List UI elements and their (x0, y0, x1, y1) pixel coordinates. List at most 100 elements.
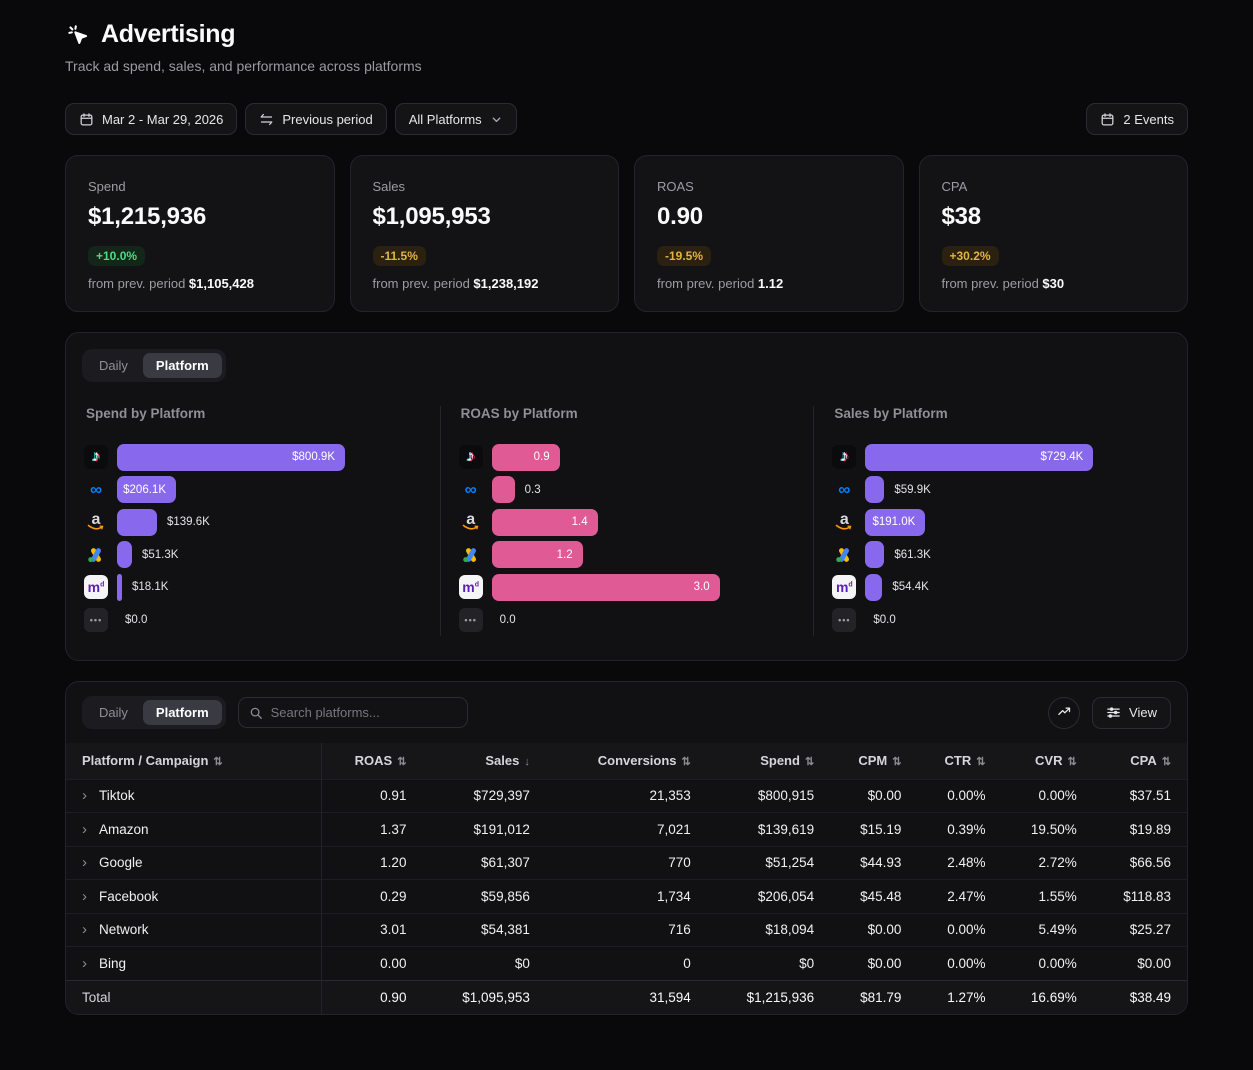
total-label-cell: Total (66, 980, 322, 1014)
bar-meta[interactable] (492, 476, 515, 503)
charts-tab-platform[interactable]: Platform (143, 353, 222, 378)
platform-cell[interactable]: ›Amazon (66, 813, 322, 847)
bar-network[interactable] (865, 574, 882, 601)
expand-chevron-icon[interactable]: › (82, 955, 87, 972)
kpi-label: Sales (373, 179, 597, 194)
table-body: ›Tiktok 0.91$729,39721,353$800,915$0.000… (66, 779, 1187, 1014)
metric-cell: 3.01 (322, 913, 423, 947)
platform-cell[interactable]: ›Facebook (66, 880, 322, 914)
metric-cell: $139,619 (707, 813, 830, 847)
view-button[interactable]: View (1092, 697, 1171, 729)
date-range-button[interactable]: Mar 2 - Mar 29, 2026 (65, 103, 237, 135)
table-row-facebook[interactable]: ›Facebook 0.29$59,8561,734$206,054$45.48… (66, 880, 1187, 914)
tiktok-icon: ♪ (832, 445, 856, 469)
column-header-roas[interactable]: ROAS⇅ (322, 743, 423, 779)
compare-period-label: Previous period (282, 112, 372, 127)
column-header-spend[interactable]: Spend⇅ (707, 743, 830, 779)
chart-bar-row-amazon: a $139.6K (84, 506, 422, 539)
column-header-platform-campaign[interactable]: Platform / Campaign⇅ (66, 743, 322, 779)
expand-chevron-icon[interactable]: › (82, 888, 87, 905)
table-row-amazon[interactable]: ›Amazon 1.37$191,0127,021$139,619$15.190… (66, 813, 1187, 847)
table-controls: Daily Platform View (66, 682, 1187, 743)
total-metric-cell: 1.27% (917, 980, 1001, 1014)
bar-tiktok[interactable]: $800.9K (117, 444, 345, 471)
table-row-bing[interactable]: ›Bing 0.00$00$0$0.000.00%0.00%$0.00 (66, 947, 1187, 981)
page-header: Advertising (65, 20, 1188, 49)
bar-amazon[interactable] (117, 509, 157, 536)
bar-track: 0.3 (492, 476, 796, 503)
bar-meta[interactable]: $206.1K (117, 476, 176, 503)
bar-tiktok[interactable]: $729.4K (865, 444, 1093, 471)
expand-chevron-icon[interactable]: › (82, 787, 87, 804)
bar-meta[interactable] (865, 476, 884, 503)
platform-cell[interactable]: ›Tiktok (66, 779, 322, 813)
bar-google[interactable] (117, 541, 132, 568)
column-header-cvr[interactable]: CVR⇅ (1001, 743, 1092, 779)
table-row-google[interactable]: ›Google 1.20$61,307770$51,254$44.932.48%… (66, 846, 1187, 880)
expand-chevron-icon[interactable]: › (82, 854, 87, 871)
expand-chevron-icon[interactable]: › (82, 821, 87, 838)
table-tab-platform[interactable]: Platform (143, 700, 222, 725)
events-label: 2 Events (1123, 112, 1174, 127)
charts-tab-daily[interactable]: Daily (86, 353, 141, 378)
metric-cell: 1,734 (546, 880, 707, 914)
chart-2: Sales by Platform ♪ $729.4K ∞ $59.9K a (813, 406, 1187, 636)
sort-icon: ⇅ (892, 756, 901, 768)
metric-cell: 2.48% (917, 846, 1001, 880)
platform-filter-dropdown[interactable]: All Platforms (395, 103, 517, 135)
table-row-tiktok[interactable]: ›Tiktok 0.91$729,39721,353$800,915$0.000… (66, 779, 1187, 813)
bar-google[interactable] (865, 541, 884, 568)
platform-cell[interactable]: ›Bing (66, 947, 322, 981)
bar-amazon[interactable]: $191.0K (865, 509, 925, 536)
bar-value-label: $800.9K (292, 451, 345, 463)
table-header-row: Platform / Campaign⇅ ROAS⇅ Sales↓ Conver… (66, 743, 1187, 779)
bar-value-label: $729.4K (1040, 451, 1093, 463)
bar-track: $0.0 (865, 606, 1169, 633)
bar-track: $206.1K (117, 476, 422, 503)
column-header-sales[interactable]: Sales↓ (422, 743, 545, 779)
search-input[interactable] (271, 705, 457, 720)
bar-track: $51.3K (117, 541, 422, 568)
events-button[interactable]: 2 Events (1086, 103, 1188, 135)
column-header-cpm[interactable]: CPM⇅ (830, 743, 917, 779)
kpi-card-cpa: CPA $38 +30.2% from prev. period $30 (919, 155, 1189, 312)
bar-value-label: $18.1K (132, 581, 168, 593)
google-ads-icon (459, 543, 483, 567)
metric-cell: $51,254 (707, 846, 830, 880)
trend-chart-button[interactable] (1048, 697, 1080, 729)
toolbar: Mar 2 - Mar 29, 2026 Previous period All… (65, 103, 1188, 135)
metric-cell: $191,012 (422, 813, 545, 847)
meta-icon: ∞ (832, 478, 856, 502)
table-view-tabs: Daily Platform (82, 696, 226, 729)
table-row-network[interactable]: ›Network 3.01$54,381716$18,094$0.000.00%… (66, 913, 1187, 947)
bar-track: 1.4 (492, 509, 796, 536)
bar-amazon[interactable]: 1.4 (492, 509, 598, 536)
bar-tiktok[interactable]: 0.9 (492, 444, 560, 471)
column-header-conversions[interactable]: Conversions⇅ (546, 743, 707, 779)
network-icon: md (459, 575, 483, 599)
bar-value-label: $139.6K (167, 516, 210, 528)
bar-google[interactable]: 1.2 (492, 541, 583, 568)
platform-cell[interactable]: ›Google (66, 846, 322, 880)
other-platform-icon: ••• (832, 608, 856, 632)
kpi-value: $1,095,953 (373, 203, 597, 231)
chart-bar-row-other: ••• $0.0 (84, 604, 422, 637)
metric-cell: $37.51 (1093, 779, 1187, 813)
kpi-cards: Spend $1,215,936 +10.0% from prev. perio… (65, 155, 1188, 312)
expand-chevron-icon[interactable]: › (82, 921, 87, 938)
bar-track: $191.0K (865, 509, 1169, 536)
kpi-prev-period: from prev. period 1.12 (657, 276, 881, 291)
chevron-down-icon (490, 113, 503, 126)
bar-network[interactable]: 3.0 (492, 574, 720, 601)
platform-cell[interactable]: ›Network (66, 913, 322, 947)
column-header-ctr[interactable]: CTR⇅ (917, 743, 1001, 779)
bar-value-label: 0.0 (500, 614, 516, 626)
table-tab-daily[interactable]: Daily (86, 700, 141, 725)
compare-period-button[interactable]: Previous period (245, 103, 386, 135)
metric-cell: 0.00% (917, 779, 1001, 813)
column-header-cpa[interactable]: CPA⇅ (1093, 743, 1187, 779)
bar-network[interactable] (117, 574, 122, 601)
sort-icon: ⇅ (1068, 756, 1077, 768)
chart-bar-row-tiktok: ♪ 0.9 (459, 441, 796, 474)
metric-cell: $0.00 (830, 913, 917, 947)
